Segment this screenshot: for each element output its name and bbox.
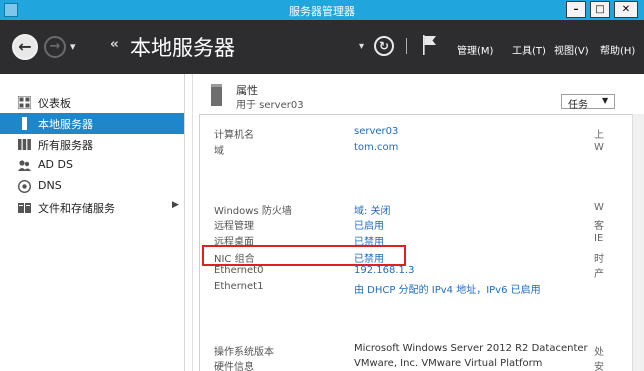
page-title: 本地服务器 bbox=[130, 36, 235, 60]
properties-subtitle: 用于 server03 bbox=[236, 100, 304, 111]
sidebar-item-label: 文件和存储服务 bbox=[38, 202, 115, 215]
menu-view[interactable]: 视图(V) bbox=[554, 42, 589, 57]
sidebar-item-label: AD DS bbox=[38, 158, 73, 171]
property-right-column: 上 bbox=[594, 130, 604, 141]
firewall-link[interactable]: 域: 关闭 bbox=[354, 202, 391, 217]
property-key: 操作系统版本 bbox=[214, 347, 274, 358]
sidebar-item-label: DNS bbox=[38, 179, 62, 192]
sidebar-item-label: 仪表板 bbox=[38, 97, 71, 110]
os-version-value: Microsoft Windows Server 2012 R2 Datacen… bbox=[354, 343, 588, 354]
sidebar-item-file-storage[interactable]: 文件和存储服务 ▶ bbox=[0, 197, 184, 218]
file-storage-icon bbox=[18, 203, 31, 213]
sidebar-item-local-server[interactable]: 本地服务器 bbox=[0, 113, 184, 134]
property-key: Ethernet0 bbox=[214, 265, 264, 276]
breadcrumb-arrows-icon: ‹‹ bbox=[110, 37, 119, 52]
chevron-down-icon: ▼ bbox=[602, 96, 609, 105]
nav-history-dropdown-icon[interactable]: ▾ bbox=[70, 40, 76, 53]
sidebar-item-label: 所有服务器 bbox=[38, 139, 93, 152]
header-dropdown-icon[interactable]: ▾ bbox=[359, 41, 364, 52]
sidebar-item-ad-ds[interactable]: AD DS bbox=[0, 155, 184, 176]
close-button[interactable]: ✕ bbox=[614, 1, 638, 18]
property-right-column: 处 bbox=[594, 347, 604, 358]
property-right-column: IE bbox=[594, 233, 604, 244]
remote-management-link[interactable]: 已启用 bbox=[354, 217, 384, 232]
domain-link[interactable]: tom.com bbox=[354, 142, 398, 153]
vertical-scrollbar[interactable] bbox=[632, 114, 644, 371]
property-right-column: 安 bbox=[594, 362, 604, 371]
all-servers-icon bbox=[18, 139, 31, 150]
property-key: Windows 防火墙 bbox=[214, 206, 292, 217]
computer-name-link[interactable]: server03 bbox=[354, 126, 398, 137]
dashboard-icon bbox=[18, 96, 31, 109]
minimize-button[interactable]: – bbox=[566, 1, 586, 18]
ethernet0-link[interactable]: 192.168.1.3 bbox=[354, 265, 414, 276]
property-right-column: 客 bbox=[594, 221, 604, 232]
expand-arrow-icon[interactable]: ▶ bbox=[172, 200, 179, 210]
sidebar: 仪表板 本地服务器 所有服务器 AD DS DNS 文件和存储服务 ▶ bbox=[0, 74, 185, 371]
dns-icon bbox=[18, 180, 31, 193]
property-key: 计算机名 bbox=[214, 130, 254, 141]
tasks-button[interactable]: 任务 ▼ bbox=[561, 94, 615, 111]
property-key: 硬件信息 bbox=[214, 362, 254, 371]
server-properties-icon bbox=[211, 84, 222, 106]
main-left-border bbox=[192, 74, 193, 371]
property-right-column: W bbox=[594, 142, 604, 153]
property-key: 远程管理 bbox=[214, 221, 254, 232]
refresh-icon[interactable]: ↻ bbox=[374, 36, 394, 56]
property-right-column: W bbox=[594, 202, 604, 213]
title-bar: 服务器管理器 – □ ✕ bbox=[0, 0, 644, 20]
notifications-flag-icon[interactable] bbox=[422, 34, 438, 56]
header-bar: ← → ▾ ‹‹ 本地服务器 ▾ ↻ 管理(M) 工具(T) 视图(V) 帮助(… bbox=[0, 20, 644, 74]
maximize-button[interactable]: □ bbox=[590, 1, 610, 18]
ethernet1-link[interactable]: 由 DHCP 分配的 IPv4 地址，IPv6 已启用 bbox=[354, 281, 541, 296]
sidebar-item-dashboard[interactable]: 仪表板 bbox=[0, 92, 184, 113]
property-key: Ethernet1 bbox=[214, 281, 264, 292]
sidebar-item-dns[interactable]: DNS bbox=[0, 176, 184, 197]
sidebar-item-label: 本地服务器 bbox=[38, 118, 93, 131]
window-title: 服务器管理器 bbox=[289, 5, 355, 18]
menu-help[interactable]: 帮助(H) bbox=[600, 42, 635, 57]
tasks-label: 任务 bbox=[568, 100, 588, 111]
local-server-icon bbox=[22, 117, 27, 130]
menu-tools[interactable]: 工具(T) bbox=[512, 42, 546, 57]
header-divider bbox=[406, 38, 407, 54]
forward-arrow-icon[interactable]: → bbox=[44, 36, 66, 58]
property-key: 域 bbox=[214, 146, 224, 157]
sidebar-item-all-servers[interactable]: 所有服务器 bbox=[0, 134, 184, 155]
back-arrow-icon[interactable]: ← bbox=[12, 34, 38, 60]
ad-ds-icon bbox=[18, 160, 31, 171]
menu-manage[interactable]: 管理(M) bbox=[457, 42, 493, 57]
property-right-column: 产 bbox=[594, 269, 604, 280]
nic-teaming-highlight-box bbox=[202, 245, 406, 266]
hardware-value: VMware, Inc. VMware Virtual Platform bbox=[354, 358, 543, 369]
properties-panel: 计算机名 server03 上 域 tom.com W Windows 防火墙 … bbox=[199, 114, 635, 371]
property-right-column: 时 bbox=[594, 254, 604, 265]
